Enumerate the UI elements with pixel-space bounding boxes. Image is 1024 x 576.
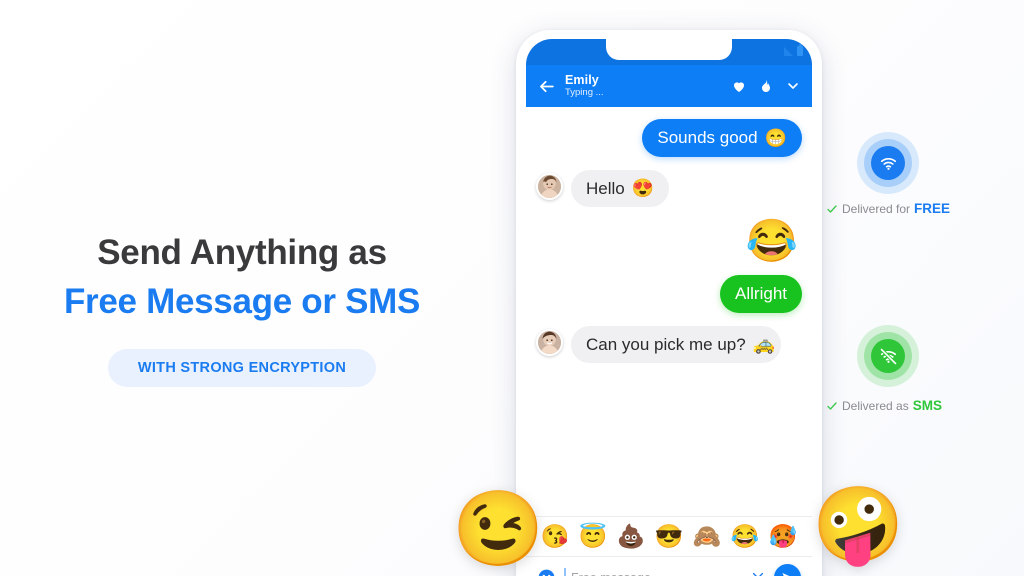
emoji-suggestion[interactable]: 😇: [579, 525, 608, 548]
badge-core-sms: [871, 339, 905, 373]
close-icon[interactable]: [750, 570, 766, 576]
delivery-kind: SMS: [912, 398, 942, 413]
emoji-suggestion[interactable]: 😎: [655, 525, 684, 548]
phone-screen: Emily Typing ... Sounds good 😁 Hello 😍 😂…: [526, 39, 812, 576]
marketing-copy: Send Anything as Free Message or SMS WIT…: [0, 232, 484, 387]
headline-secondary: Free Message or SMS: [63, 282, 421, 322]
chat-app-bar: Emily Typing ...: [526, 65, 812, 107]
message-input[interactable]: Free message: [571, 571, 651, 576]
message-emoji-only[interactable]: 😂: [742, 220, 802, 262]
back-arrow-icon[interactable]: [537, 77, 556, 96]
check-icon: [827, 204, 837, 213]
message-row: Sounds good 😁: [536, 119, 802, 157]
delivery-label: Delivered for: [842, 201, 911, 216]
emoji-suggestion[interactable]: 😂: [731, 525, 760, 548]
emoji-suggestion[interactable]: 💩: [617, 525, 646, 548]
emoji-suggestion-bar: 😘 😇 💩 😎 🙈 😂 🥵: [526, 516, 812, 556]
status-bar: [526, 39, 812, 65]
message-row: Hello 😍: [536, 169, 802, 208]
badge-core-free: [871, 146, 905, 180]
emoji-suggestion[interactable]: 😘: [541, 525, 570, 548]
encryption-badge: WITH STRONG ENCRYPTION: [107, 348, 377, 387]
message-text: Allright: [735, 284, 787, 304]
app-bar-actions: [731, 78, 801, 94]
message-row: Can you pick me up? 🚕: [536, 325, 802, 364]
avatar: [536, 328, 563, 356]
signal-bars-icon: [784, 47, 793, 56]
message-text: Can you pick me up?: [586, 334, 746, 354]
message-emoji: 😍: [631, 178, 655, 199]
check-icon: [827, 401, 837, 410]
contact-info[interactable]: Emily Typing ...: [565, 72, 722, 99]
encryption-pill-wrap: WITH STRONG ENCRYPTION: [0, 348, 484, 387]
message-bubble-incoming[interactable]: Hello 😍: [571, 169, 670, 208]
heart-icon[interactable]: [731, 78, 747, 94]
chevron-down-icon[interactable]: [785, 78, 801, 94]
emoji-suggestion[interactable]: 🥵: [769, 525, 798, 548]
message-bubble-outgoing[interactable]: Sounds good 😁: [642, 119, 802, 157]
message-bubble-incoming[interactable]: Can you pick me up? 🚕: [571, 325, 781, 364]
message-bubble-sms[interactable]: Allright: [720, 275, 802, 313]
phone-notch: [606, 39, 732, 60]
decorative-emoji-left: 😉: [452, 487, 545, 570]
phone-mockup: Emily Typing ... Sounds good 😁 Hello 😍 😂…: [516, 30, 822, 576]
send-icon: [781, 572, 790, 576]
status-bar-icons: [784, 44, 803, 56]
emoji-suggestion[interactable]: 🙈: [693, 525, 722, 548]
message-emoji: 😁: [764, 127, 787, 148]
delivery-label: Delivered as: [842, 398, 909, 413]
fire-icon[interactable]: [758, 78, 774, 94]
message-list[interactable]: Sounds good 😁 Hello 😍 😂 Allright Can you…: [526, 107, 812, 516]
contact-name: Emily: [565, 72, 599, 87]
message-text: Sounds good: [657, 128, 758, 147]
wifi-off-icon: [879, 347, 897, 365]
message-row: Allright: [536, 275, 802, 313]
search-field-wrap[interactable]: Free message: [564, 568, 742, 576]
message-input-bar: Free message: [526, 556, 812, 576]
send-button[interactable]: [774, 564, 801, 576]
badge-free-ring: [857, 132, 919, 194]
delivery-status-free: Delivered for FREE: [826, 201, 950, 216]
badge-sms-ring: [857, 325, 919, 387]
headline-primary: Send Anything as: [97, 233, 387, 272]
delivery-status-sms: Delivered as SMS: [826, 398, 942, 413]
contact-status: Typing ...: [565, 87, 604, 99]
promo-screenshot: Send Anything as Free Message or SMS WIT…: [0, 0, 1024, 576]
delivery-kind: FREE: [914, 201, 951, 216]
avatar: [536, 172, 563, 200]
message-emoji: 🚕: [752, 334, 776, 355]
message-row: 😂: [536, 220, 802, 262]
decorative-emoji-right: 🤪: [812, 483, 905, 566]
battery-icon: [797, 44, 803, 56]
message-text: Hello: [586, 178, 625, 198]
wifi-icon: [880, 157, 896, 170]
